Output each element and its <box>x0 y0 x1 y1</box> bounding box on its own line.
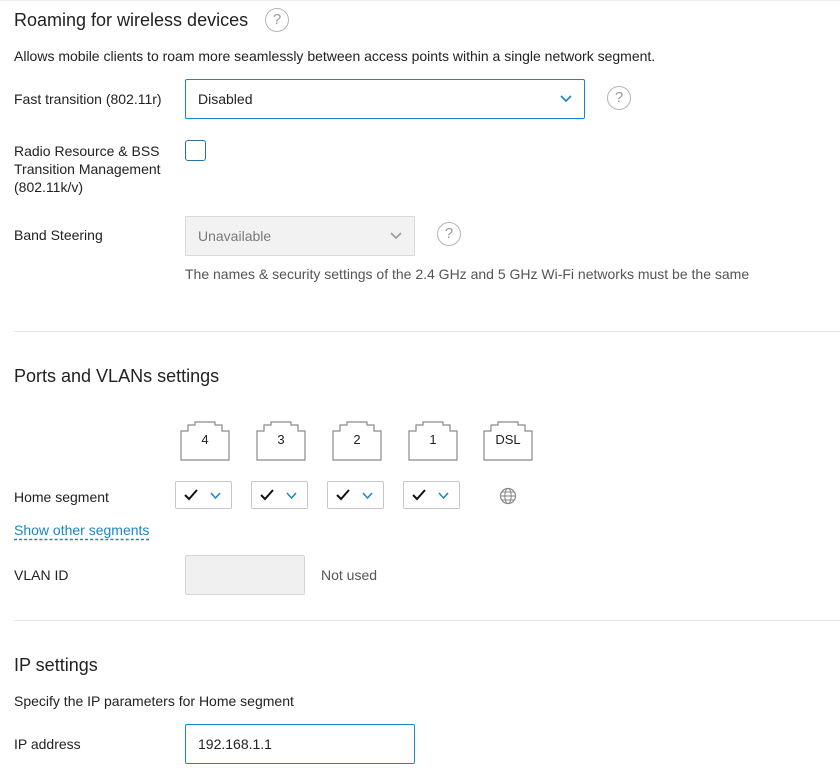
fast-transition-label: Fast transition (802.11r) <box>14 91 162 107</box>
port-label: 3 <box>277 432 285 447</box>
port-3-icon: 3 <box>256 421 306 461</box>
port-label: DSL <box>495 432 521 447</box>
band-steering-value: Unavailable <box>198 228 272 244</box>
rrm-bss-label-line1: Radio Resource & BSS <box>14 143 160 159</box>
chevron-down-icon <box>286 492 297 500</box>
ip-address-input[interactable]: 192.168.1.1 <box>185 724 415 764</box>
show-other-segments-link[interactable]: Show other segments <box>14 522 149 538</box>
checkmark-icon <box>336 489 350 501</box>
vlan-status: Not used <box>321 567 378 583</box>
home-segment-label: Home segment <box>14 489 109 505</box>
roaming-section-title: Roaming for wireless devices <box>14 10 249 30</box>
port-label: 4 <box>201 432 209 447</box>
chevron-down-icon <box>362 492 373 500</box>
checkmark-icon <box>412 489 426 501</box>
ip-description: Specify the IP parameters for Home segme… <box>14 693 294 709</box>
band-steering-label: Band Steering <box>14 227 103 243</box>
checkmark-icon <box>260 489 274 501</box>
rrm-bss-label-line2: Transition Management <box>14 161 161 177</box>
vlan-id-label: VLAN ID <box>14 567 69 583</box>
globe-icon <box>499 487 517 505</box>
rrm-bss-label: Radio Resource & BSS Transition Manageme… <box>14 142 161 196</box>
port-2-icon: 2 <box>332 421 382 461</box>
fast-transition-select[interactable]: Disabled <box>185 79 585 119</box>
port-4-icon: 4 <box>180 421 230 461</box>
ports-section-title: Ports and VLANs settings <box>14 366 220 386</box>
chevron-down-icon <box>210 492 221 500</box>
chevron-down-icon <box>438 492 449 500</box>
roaming-description: Allows mobile clients to roam more seaml… <box>14 48 656 64</box>
band-steering-select[interactable]: Unavailable <box>185 216 415 256</box>
ip-address-label: IP address <box>14 736 81 752</box>
port-dsl-icon: DSL <box>483 421 533 461</box>
port-label: 2 <box>353 432 361 447</box>
top-divider <box>0 0 840 1</box>
section-divider <box>14 620 840 621</box>
port-2-segment-select[interactable] <box>327 481 384 509</box>
checkmark-icon <box>184 489 198 501</box>
fast-transition-help-icon[interactable]: ? <box>607 86 631 110</box>
port-1-icon: 1 <box>408 421 458 461</box>
chevron-down-icon <box>390 232 402 240</box>
port-4-segment-select[interactable] <box>175 481 232 509</box>
rrm-bss-label-line3: (802.11k/v) <box>14 179 83 195</box>
section-divider <box>14 331 840 332</box>
band-steering-hint: The names & security settings of the 2.4… <box>185 266 750 282</box>
roaming-help-icon[interactable]: ? <box>265 8 289 32</box>
rrm-bss-checkbox[interactable] <box>185 140 206 161</box>
port-3-segment-select[interactable] <box>251 481 308 509</box>
port-label: 1 <box>429 432 437 447</box>
band-steering-help-icon[interactable]: ? <box>437 222 461 246</box>
fast-transition-value: Disabled <box>198 91 253 107</box>
chevron-down-icon <box>560 95 572 103</box>
vlan-id-input[interactable] <box>185 555 305 595</box>
ip-section-title: IP settings <box>14 655 98 675</box>
port-1-segment-select[interactable] <box>403 481 460 509</box>
